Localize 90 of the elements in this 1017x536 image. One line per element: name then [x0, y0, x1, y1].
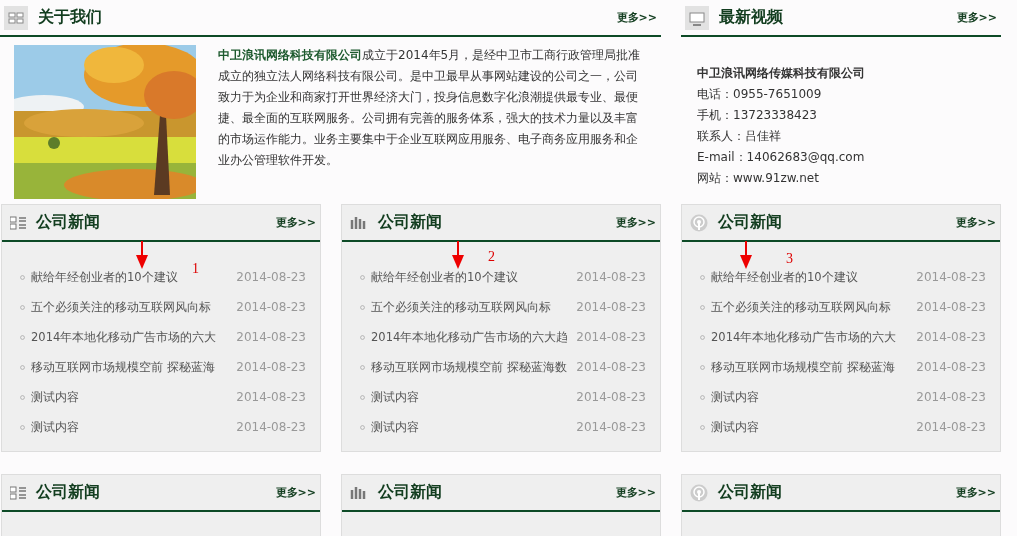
news-link[interactable]: 2014年本地化移动广告市场的六大趋 [371, 329, 569, 345]
more-link[interactable]: 更多>> [275, 485, 316, 500]
contact-line: 电话：0955-7651009 [697, 86, 823, 103]
bullet-icon [700, 304, 705, 310]
news-date: 2014-08-23 [915, 420, 986, 434]
contact-line: 联系人：吕佳祥 [697, 128, 782, 145]
news-link[interactable]: 测试内容 [31, 419, 223, 435]
panel-title: 公司新闻 [36, 482, 100, 503]
annotation-number: 2 [488, 249, 495, 265]
arrow-annotation [740, 241, 752, 269]
bullet-icon [360, 364, 365, 370]
news-date: 2014-08-23 [235, 300, 306, 314]
bullet-icon [20, 424, 25, 430]
news-date: 2014-08-23 [575, 420, 646, 434]
news-date: 2014-08-23 [915, 270, 986, 284]
panel-title: 公司新闻 [36, 212, 100, 233]
news-link[interactable]: 2014年本地化移动广告市场的六大 [711, 329, 903, 345]
news-date: 2014-08-23 [575, 300, 646, 314]
news-date: 2014-08-23 [575, 270, 646, 284]
bullet-icon [360, 424, 365, 430]
news-date: 2014-08-23 [235, 420, 306, 434]
bullet-icon [20, 274, 25, 280]
news-link[interactable]: 测试内容 [31, 389, 223, 405]
section-title: 关于我们 [38, 7, 102, 28]
contact-line: 手机：13723338423 [697, 107, 818, 124]
panel-title: 公司新闻 [718, 482, 782, 503]
news-link[interactable]: 移动互联网市场规模空前 探秘蓝海数 [371, 359, 567, 375]
panel-title: 公司新闻 [378, 212, 442, 233]
section-title: 最新视频 [719, 7, 783, 28]
news-link[interactable]: 五个必须关注的移动互联网风向标 [31, 299, 223, 315]
bullet-icon [20, 304, 25, 310]
news-date: 2014-08-23 [915, 360, 986, 374]
signal-icon [690, 483, 708, 502]
more-link[interactable]: 更多>> [955, 485, 996, 500]
news-date: 2014-08-23 [235, 270, 306, 284]
monitor-icon [685, 5, 709, 30]
bullet-icon [360, 394, 365, 400]
bullet-icon [20, 334, 25, 340]
bullet-icon [20, 364, 25, 370]
panel-title: 公司新闻 [378, 482, 442, 503]
panel-title: 公司新闻 [718, 212, 782, 233]
news-date: 2014-08-23 [575, 390, 646, 404]
news-date: 2014-08-23 [235, 360, 306, 374]
news-link[interactable]: 移动互联网市场规模空前 探秘蓝海 [711, 359, 903, 375]
news-date: 2014-08-23 [915, 330, 986, 344]
news-date: 2014-08-23 [235, 330, 306, 344]
news-date: 2014-08-23 [235, 390, 306, 404]
more-link[interactable]: 更多>> [275, 215, 316, 230]
bullet-icon [360, 334, 365, 340]
bullet-icon [700, 274, 705, 280]
grid-icon [4, 5, 28, 30]
annotation-number: 1 [192, 261, 199, 277]
list-icon [10, 485, 26, 500]
bar-icon [350, 485, 368, 500]
list-icon [10, 215, 26, 230]
news-link[interactable]: 测试内容 [371, 419, 563, 435]
arrow-annotation [452, 241, 464, 269]
news-date: 2014-08-23 [915, 300, 986, 314]
news-date: 2014-08-23 [575, 330, 646, 344]
news-link[interactable]: 测试内容 [711, 419, 903, 435]
news-link[interactable]: 献给年经创业者的10个建议 [711, 269, 903, 285]
contact-line: 网站：www.91zw.net [697, 170, 820, 187]
more-link[interactable]: 更多>> [615, 485, 656, 500]
contact-line: E-mail：14062683@qq.com [697, 149, 866, 166]
news-link[interactable]: 移动互联网市场规模空前 探秘蓝海 [31, 359, 223, 375]
signal-icon [690, 213, 708, 232]
news-date: 2014-08-23 [575, 360, 646, 374]
news-link[interactable]: 2014年本地化移动广告市场的六大 [31, 329, 223, 345]
bullet-icon [360, 274, 365, 280]
news-link[interactable]: 五个必须关注的移动互联网风向标 [711, 299, 903, 315]
bar-icon [350, 215, 368, 230]
bullet-icon [700, 394, 705, 400]
news-link[interactable]: 献给年经创业者的10个建议 [371, 269, 563, 285]
bullet-icon [360, 304, 365, 310]
bullet-icon [700, 364, 705, 370]
news-link[interactable]: 测试内容 [371, 389, 563, 405]
bullet-icon [20, 394, 25, 400]
news-link[interactable]: 测试内容 [711, 389, 903, 405]
annotation-number: 3 [786, 251, 793, 267]
company-name: 中卫浪讯网络传媒科技有限公司 [697, 65, 866, 82]
news-link[interactable]: 五个必须关注的移动互联网风向标 [371, 299, 563, 315]
bullet-icon [700, 334, 705, 340]
company-description: 中卫浪讯网络科技有限公司成立于2014年5月，是经中卫市工商行政管理局批准成立的独立法人网络科技有限公司。是中卫最早从事网站建设的公司之一，公司致力于为企业和商家打开世界经济大门，投身信息数字化浪潮提供最专业、最便捷、最全面的互联网服务。公司拥有完善的服务体系，强大的技术力量以及丰富的市场运作能力。业务主要集中于企业互联网应用服务、电子商务应用服务和企业办公管理软件开发。 [218, 47, 642, 169]
news-date: 2014-08-23 [915, 390, 986, 404]
bullet-icon [700, 424, 705, 430]
more-link[interactable]: 更多>> [616, 10, 657, 25]
more-link[interactable]: 更多>> [955, 215, 996, 230]
arrow-annotation [136, 241, 148, 269]
more-link[interactable]: 更多>> [615, 215, 656, 230]
more-link[interactable]: 更多>> [956, 10, 997, 25]
